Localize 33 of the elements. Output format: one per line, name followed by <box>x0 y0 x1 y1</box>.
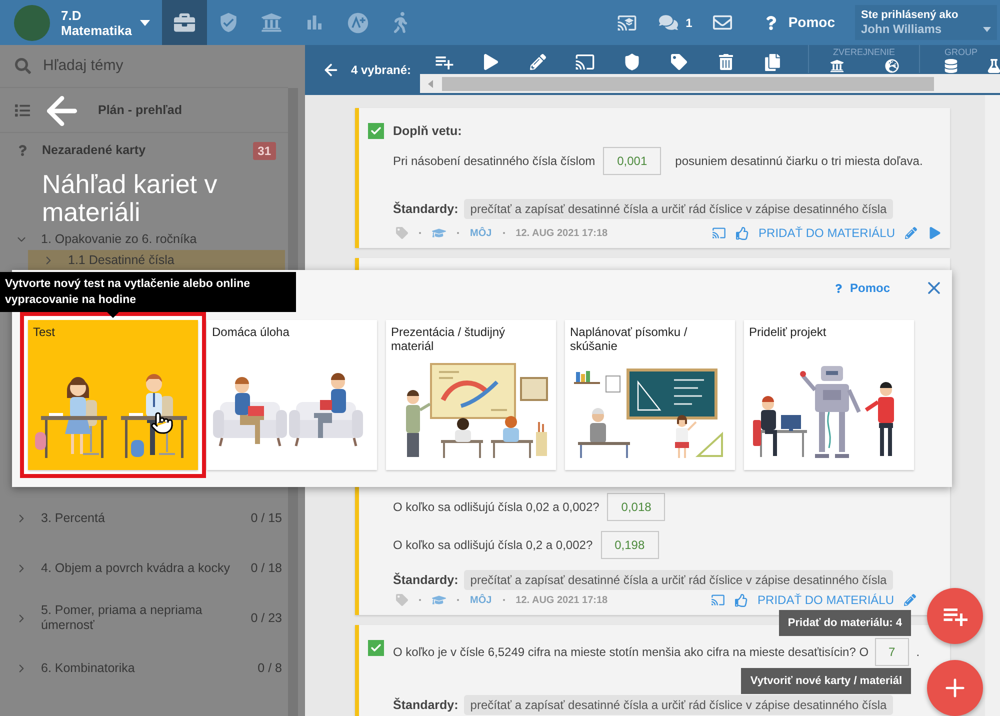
count-badge: 31 <box>252 142 276 160</box>
date-label: 12. AUG 2021 17:18 <box>516 226 608 240</box>
date-label: 12. AUG 2021 17:18 <box>516 594 608 608</box>
progress-count: 0 / 8 <box>258 660 282 677</box>
answer-box: 0,001 <box>603 147 662 175</box>
fab-tooltip: Vytvoriť nové karty / materiál <box>741 668 911 694</box>
question-text: O koľko je v čísle 6,5249 cifra na mieste stotín menšia ako cifra na mieste desaťtisícin? O <box>393 644 869 661</box>
author-label: MÔJ <box>470 226 492 240</box>
answer-box: 0,018 <box>607 493 666 521</box>
preview-title: Náhľad kariet v materiáli <box>42 170 218 226</box>
tooltip: Vytvorte nový test na vytlačenie alebo online vypracovanie na hodine <box>0 272 296 312</box>
progress-count: 0 / 23 <box>250 610 282 627</box>
standards-label: Štandardy: <box>393 572 458 589</box>
selected-count: 4 vybrané: <box>351 62 412 79</box>
question-title: Doplň vetu: <box>393 123 463 140</box>
standard-tag: prečítať a zapísať desatinné čísla a určiť rád číslice v zápise desatinného čísla <box>464 695 893 715</box>
question-text: O koľko sa odlišujú čísla 0,2 a 0,002? <box>393 537 593 554</box>
answer-box: 7 <box>874 638 910 666</box>
standards-label: Štandardy: <box>393 696 458 714</box>
question-text: O koľko sa odlišujú čísla 0,02 a 0,002? <box>393 499 600 516</box>
sentence-text: posuniem desatinnú čiarku o tri miesta doľava. <box>675 153 923 170</box>
fab-tooltip: Pridať do materiálu: 4 <box>778 610 911 636</box>
sentence-text: Pri násobení desatinného čísla číslom <box>393 153 596 170</box>
standard-tag: prečítať a zapísať desatinné čísla a určiť rád číslice v zápise desatinného čísla <box>464 199 893 219</box>
group-label: GROUP <box>943 46 978 58</box>
standards-label: Štandardy: <box>393 200 458 218</box>
progress-count: 0 / 18 <box>250 560 282 577</box>
group-label: ZVEREJNENIE <box>832 46 896 58</box>
standard-tag: prečítať a zapísať desatinné čísla a určiť rád číslice v zápise desatinného čísla <box>464 570 893 590</box>
answer-box: 0,198 <box>600 531 659 559</box>
progress-count: 0 / 15 <box>250 510 282 527</box>
punctuation-text: . <box>916 644 920 661</box>
author-label: MÔJ <box>470 593 492 608</box>
